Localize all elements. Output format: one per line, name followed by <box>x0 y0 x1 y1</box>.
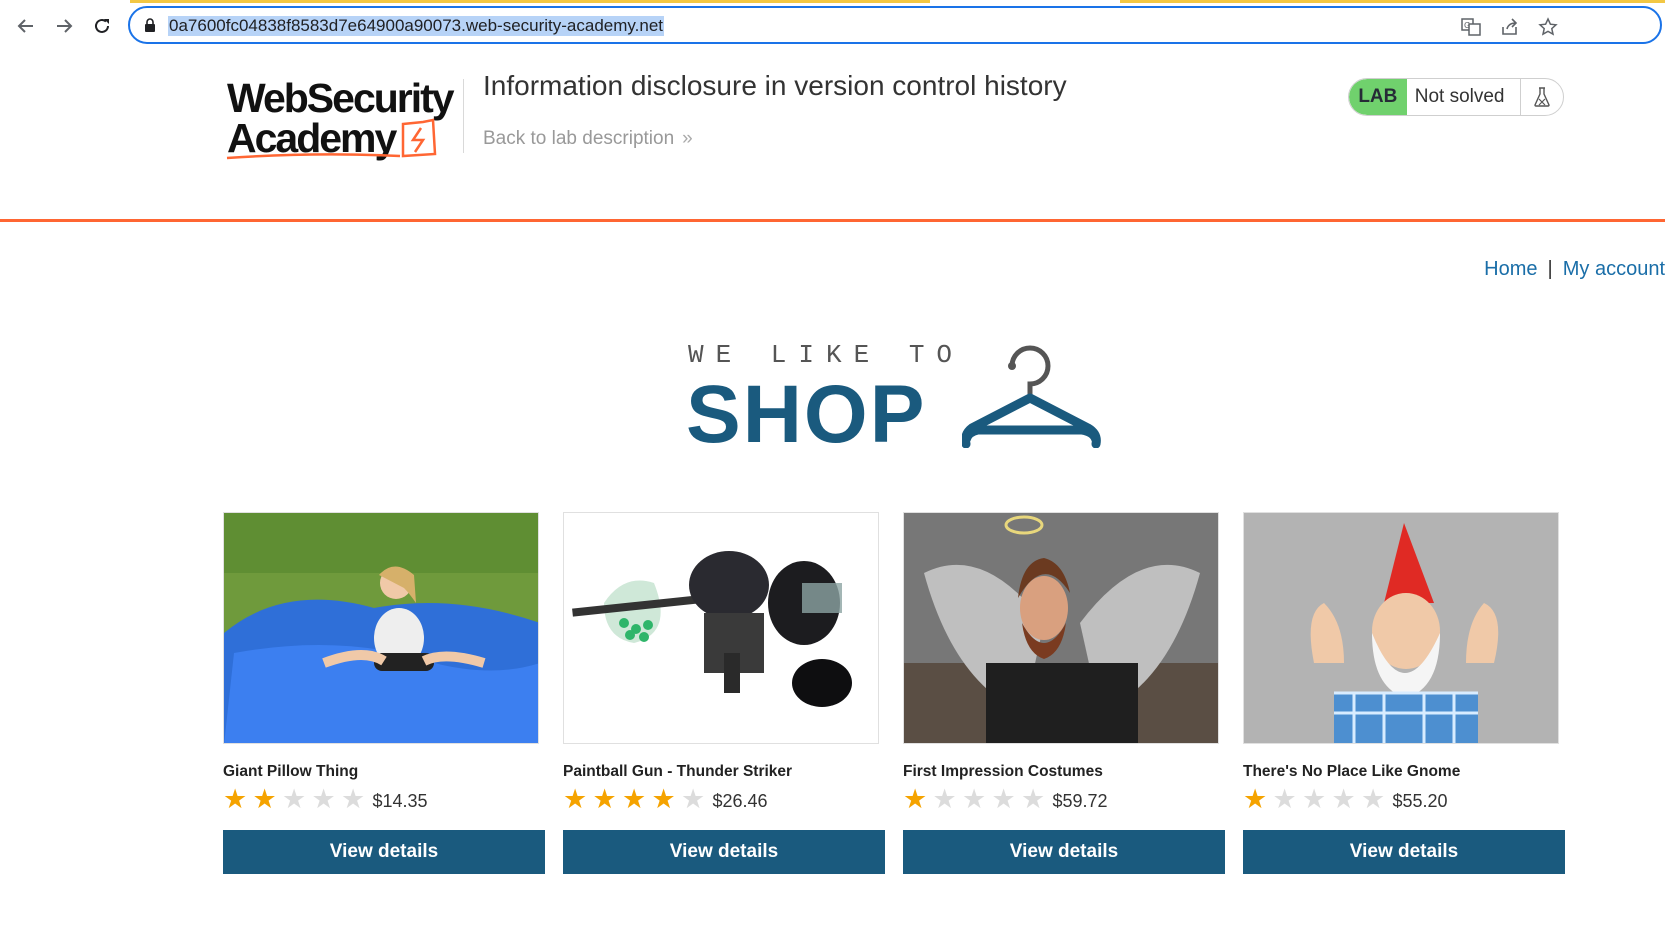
star-icon: ★ <box>622 784 647 814</box>
star-icon: ★ <box>962 784 987 814</box>
star-icon: ★ <box>341 784 366 814</box>
url-text[interactable]: 0a7600fc04838f8583d7e64900a90073.web-sec… <box>168 16 665 36</box>
web-security-academy-logo[interactable]: WebSecurity Academy <box>225 75 465 164</box>
forward-icon[interactable] <box>50 12 78 40</box>
home-link[interactable]: Home <box>1484 258 1537 280</box>
browser-toolbar: 0a7600fc04838f8583d7e64900a90073.web-sec… <box>0 0 1665 53</box>
product-rating: ★ ★ ★ ★ ★ $14.35 <box>223 784 545 814</box>
product-rating: ★ ★ ★ ★ ★ $55.20 <box>1243 784 1565 814</box>
double-chevron-right-icon: » <box>682 128 693 149</box>
address-bar[interactable]: 0a7600fc04838f8583d7e64900a90073.web-sec… <box>128 6 1662 44</box>
product-rating: ★ ★ ★ ★ ★ $59.72 <box>903 784 1225 814</box>
view-details-button[interactable]: View details <box>1243 830 1565 874</box>
star-icon: ★ <box>311 784 336 814</box>
star-icon: ★ <box>1361 784 1386 814</box>
star-icon: ★ <box>563 784 588 814</box>
svg-text:G: G <box>1464 21 1470 30</box>
product-name: There's No Place Like Gnome <box>1243 763 1461 780</box>
lab-badge: LAB <box>1349 79 1407 115</box>
product-image-gnome[interactable] <box>1243 512 1559 744</box>
product-card: Giant Pillow Thing ★ ★ ★ ★ ★ $14.35 View det… <box>223 512 545 874</box>
star-icon: ★ <box>1331 784 1356 814</box>
view-details-button[interactable]: View details <box>903 830 1225 874</box>
product-rating: ★ ★ ★ ★ ★ $26.46 <box>563 784 885 814</box>
view-details-button[interactable]: View details <box>223 830 545 874</box>
translate-icon[interactable]: G <box>1460 16 1482 38</box>
product-price: $14.35 <box>372 790 428 811</box>
product-name: First Impression Costumes <box>903 763 1103 780</box>
star-icon: ★ <box>681 784 706 814</box>
star-icon: ★ <box>223 784 248 814</box>
share-icon[interactable] <box>1499 16 1521 38</box>
lab-status-widget: LAB Not solved <box>1348 78 1564 116</box>
product-price: $59.72 <box>1052 790 1108 811</box>
star-icon: ★ <box>991 784 1016 814</box>
product-price: $26.46 <box>712 790 768 811</box>
back-link-label[interactable]: Back to lab description <box>483 128 674 149</box>
tab-strip <box>0 0 1665 3</box>
star-icon: ★ <box>1021 784 1046 814</box>
hanger-icon <box>962 345 1101 448</box>
lab-header: WebSecurity Academy Information disclosu… <box>0 52 1665 222</box>
flask-icon <box>1520 79 1563 115</box>
product-image-paintball-gun[interactable] <box>563 512 879 744</box>
product-image-costumes[interactable] <box>903 512 1219 744</box>
star-icon: ★ <box>252 784 277 814</box>
star-icon: ★ <box>1272 784 1297 814</box>
bookmark-star-icon[interactable] <box>1537 16 1559 38</box>
banner-tagline: WE LIKE TO <box>688 340 965 370</box>
back-to-lab-description-link[interactable]: Back to lab description » <box>483 128 693 150</box>
star-icon: ★ <box>1302 784 1327 814</box>
product-name: Giant Pillow Thing <box>223 763 359 780</box>
star-icon: ★ <box>903 784 928 814</box>
product-card: There's No Place Like Gnome ★ ★ ★ ★ ★ $55.20… <box>1243 512 1565 874</box>
view-details-button[interactable]: View details <box>563 830 885 874</box>
product-price: $55.20 <box>1392 790 1448 811</box>
banner-title: SHOP <box>686 369 927 460</box>
lock-icon <box>145 18 155 32</box>
star-icon: ★ <box>1243 784 1268 814</box>
product-card: Paintball Gun - Thunder Striker ★ ★ ★ ★ ★ $2… <box>563 512 885 874</box>
star-icon: ★ <box>592 784 617 814</box>
star-icon: ★ <box>282 784 307 814</box>
reload-icon[interactable] <box>88 12 116 40</box>
lab-title: Information disclosure in version contro… <box>483 70 1067 101</box>
nav-separator: | <box>1547 258 1553 280</box>
lab-status-text: Not solved <box>1414 86 1505 107</box>
shop-banner: WE LIKE TO SHOP <box>686 340 1106 460</box>
my-account-link[interactable]: My account <box>1563 258 1665 280</box>
product-card: First Impression Costumes ★ ★ ★ ★ ★ $59.72 V… <box>903 512 1225 874</box>
star-icon: ★ <box>651 784 676 814</box>
product-name: Paintball Gun - Thunder Striker <box>563 763 793 780</box>
product-image-giant-pillow[interactable] <box>223 512 539 744</box>
top-navigation: Home | My account <box>1484 258 1665 281</box>
back-icon[interactable] <box>12 12 40 40</box>
star-icon: ★ <box>932 784 957 814</box>
header-divider <box>463 79 464 153</box>
